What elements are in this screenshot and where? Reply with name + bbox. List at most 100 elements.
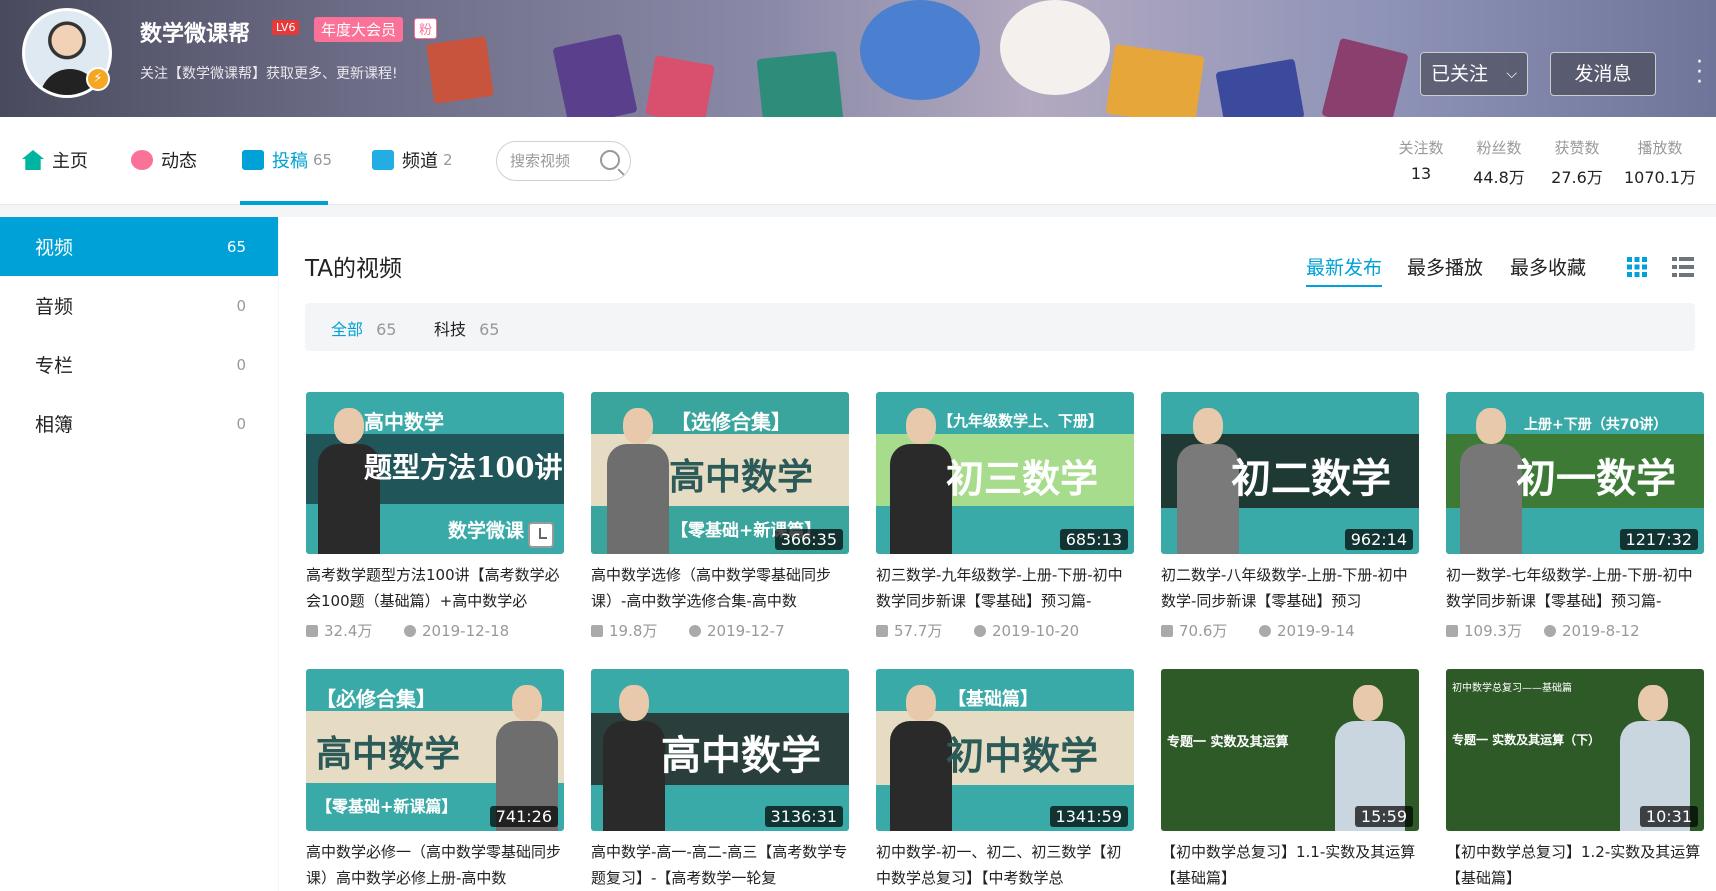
sort-latest[interactable]: 最新发布 <box>1306 253 1383 287</box>
stat-fans[interactable]: 粉丝数 44.8万 <box>1464 137 1534 188</box>
tab-home[interactable]: 主页 <box>22 147 88 173</box>
tab-uploads[interactable]: 投稿 65 <box>242 147 332 173</box>
video-thumbnail[interactable]: 【必修合集】 高中数学 【零基础+新课篇】 741:26 <box>306 669 564 831</box>
video-title[interactable]: 高中数学必修一（高中数学零基础同步课）高中数学必修上册-高中数 <box>306 839 564 891</box>
search-input[interactable]: 搜索视频 <box>496 141 631 181</box>
username: 数学微课帮 <box>140 22 251 47</box>
video-duration: 10:31 <box>1639 806 1698 827</box>
filter-tech[interactable]: 科技 65 <box>434 316 499 340</box>
grid-view-icon[interactable] <box>1627 257 1647 277</box>
video-thumbnail[interactable]: 初中数学总复习——基础篇 专题一 实数及其运算（下） 10:31 <box>1446 669 1704 831</box>
sidebar-item-count: 65 <box>226 237 246 256</box>
video-thumbnail[interactable]: 高中数学 3136:31 <box>591 669 849 831</box>
gift-box-decoration <box>552 33 638 117</box>
video-title[interactable]: 高考数学题型方法100讲【高考数学必会100题（基础篇）+高中数学必 <box>306 562 564 614</box>
play-count-icon <box>591 624 603 637</box>
video-thumbnail[interactable]: 上册+下册（共70讲） 初一数学 1217:32 <box>1446 392 1704 554</box>
thumb-text: 初二数学 <box>1231 455 1391 502</box>
tab-label: 频道 <box>402 151 438 172</box>
profile-banner: ⚡ 数学微课帮 LV6 年度大会员 粉 关注【数学微课帮】获取更多、更新课程! … <box>0 0 1716 117</box>
play-count: 57.7万 <box>894 622 943 640</box>
play-count-icon <box>306 624 318 637</box>
watch-later-icon[interactable] <box>528 522 554 548</box>
upload-date: 2019-8-12 <box>1562 621 1640 640</box>
more-options-icon[interactable]: · · · <box>1696 52 1704 94</box>
gift-box-decoration <box>1105 44 1205 117</box>
video-title[interactable]: 【初中数学总复习】1.1-实数及其运算【基础篇】 <box>1161 839 1419 891</box>
thumb-text: 高中数学 <box>669 456 814 498</box>
play-count: 109.3万 <box>1464 622 1522 640</box>
video-duration: 741:26 <box>489 806 558 827</box>
tab-dynamic[interactable]: 动态 <box>131 147 197 173</box>
category-filter-bar: 全部 65 科技 65 <box>305 303 1695 351</box>
follow-button[interactable]: 已关注 ⌵ <box>1420 52 1528 96</box>
fan-badge: 粉 <box>414 18 438 39</box>
dynamic-icon <box>131 150 153 170</box>
tab-count: 2 <box>443 151 453 169</box>
video-title[interactable]: 【初中数学总复习】1.2-实数及其运算【基础篇】 <box>1446 839 1704 891</box>
video-thumbnail[interactable]: 高中数学 题型方法100讲 数学微课 <box>306 392 564 554</box>
thumb-text: 初三数学 <box>946 456 1099 501</box>
play-count-icon <box>1161 624 1173 637</box>
sidebar-item-audio[interactable]: 音频 0 <box>0 276 278 335</box>
thumb-text: 【必修合集】 <box>316 687 436 711</box>
thumb-text: 【九年级数学上、下册】 <box>938 412 1104 430</box>
video-title[interactable]: 初二数学-八年级数学-上册-下册-初中数学-同步新课【零基础】预习 <box>1161 562 1419 614</box>
stat-value: 44.8万 <box>1473 168 1525 187</box>
active-tab-underline <box>240 201 328 205</box>
video-thumbnail[interactable]: 【九年级数学上、下册】 初三数学 685:13 <box>876 392 1134 554</box>
sort-most-favorited[interactable]: 最多收藏 <box>1510 253 1586 280</box>
filter-all[interactable]: 全部 65 <box>331 316 396 340</box>
tab-count: 65 <box>313 151 333 169</box>
video-thumbnail[interactable]: 专题一 实数及其运算 15:59 <box>1161 669 1419 831</box>
thumb-text: 初中数学总复习——基础篇 <box>1452 683 1572 694</box>
video-title[interactable]: 初三数学-九年级数学-上册-下册-初中数学同步新课【零基础】预习篇- <box>876 562 1134 614</box>
tab-label: 主页 <box>52 151 88 172</box>
tab-channel[interactable]: 频道 2 <box>372 147 453 173</box>
content-type-sidebar: 视频 65 音频 0 专栏 0 相簿 0 <box>0 217 278 891</box>
search-icon[interactable] <box>600 150 620 170</box>
video-thumbnail[interactable]: 【选修合集】 高中数学 【零基础+新课篇】 366:35 <box>591 392 849 554</box>
video-thumbnail[interactable]: 初二数学 962:14 <box>1161 392 1419 554</box>
message-button[interactable]: 发消息 <box>1550 52 1656 96</box>
video-title[interactable]: 高中数学选修（高中数学零基础同步课）-高中数学选修合集-高中数 <box>591 562 849 614</box>
channel-play-icon <box>372 150 394 170</box>
list-view-icon[interactable] <box>1672 257 1694 277</box>
video-title[interactable]: 初中数学-初一、初二、初三数学【初中数学总复习】【中考数学总 <box>876 839 1134 891</box>
tab-label: 动态 <box>161 151 197 172</box>
video-thumbnail[interactable]: 【基础篇】 初中数学 1341:59 <box>876 669 1134 831</box>
sidebar-item-album[interactable]: 相簿 0 <box>0 394 278 453</box>
play-count-icon <box>1446 624 1458 637</box>
video-duration: 685:13 <box>1059 529 1128 550</box>
anime-character-decoration <box>860 0 980 100</box>
gift-box-decoration <box>426 36 494 104</box>
video-title[interactable]: 初一数学-七年级数学-上册-下册-初中数学同步新课【零基础】预习篇- <box>1446 562 1704 614</box>
follow-button-label: 已关注 <box>1431 63 1489 85</box>
sidebar-item-label: 相簿 <box>35 414 74 436</box>
video-meta: 109.3万 2019-8-12 <box>1446 620 1704 641</box>
gift-box-decoration <box>645 55 715 117</box>
sidebar-item-count: 0 <box>236 414 246 433</box>
play-count-icon <box>876 624 888 637</box>
vip-badge: 年度大会员 <box>314 17 404 42</box>
sidebar-item-label: 音频 <box>35 296 74 318</box>
play-count: 70.6万 <box>1179 622 1228 640</box>
thumb-text: 初一数学 <box>1516 455 1676 502</box>
sidebar-item-article[interactable]: 专栏 0 <box>0 335 278 394</box>
thumb-text: 初中数学 <box>946 733 1099 778</box>
gift-box-decoration <box>1215 58 1305 117</box>
filter-count: 65 <box>479 320 500 339</box>
thumb-text: 数学微课 <box>448 520 525 542</box>
video-duration: 962:14 <box>1344 529 1413 550</box>
stat-following[interactable]: 关注数 13 <box>1386 137 1456 183</box>
sort-most-played[interactable]: 最多播放 <box>1407 253 1483 280</box>
filter-label: 全部 <box>331 320 364 339</box>
video-meta: 32.4万 2019-12-18 <box>306 620 564 641</box>
clock-icon <box>974 624 986 637</box>
upload-date: 2019-9-14 <box>1277 621 1355 640</box>
video-duration: 3136:31 <box>764 806 843 827</box>
sidebar-item-video[interactable]: 视频 65 <box>0 217 278 276</box>
stat-likes: 获赞数 27.6万 <box>1542 137 1612 188</box>
thumb-text: 题型方法100讲 <box>364 451 563 484</box>
video-title[interactable]: 高中数学-高一-高二-高三【高考数学专题复习】-【高考数学一轮复 <box>591 839 849 891</box>
